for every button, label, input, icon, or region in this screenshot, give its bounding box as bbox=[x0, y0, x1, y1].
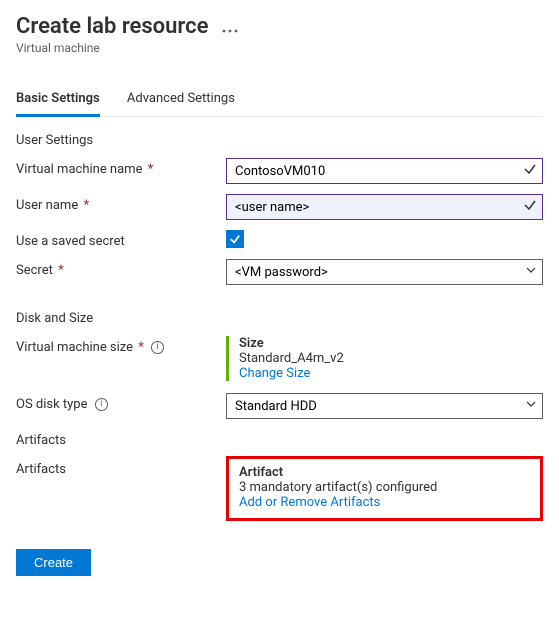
section-user-settings: User Settings bbox=[16, 133, 543, 148]
label-vm-name: Virtual machine name bbox=[16, 162, 142, 177]
vm-size-value: Standard_A4m_v2 bbox=[239, 351, 543, 366]
label-secret: Secret bbox=[16, 263, 53, 278]
label-vm-size: Virtual machine size bbox=[16, 340, 133, 355]
artifact-heading: Artifact bbox=[239, 465, 532, 480]
label-saved-secret: Use a saved secret bbox=[16, 234, 125, 249]
label-os-disk: OS disk type bbox=[16, 397, 88, 412]
section-artifacts: Artifacts bbox=[16, 433, 543, 448]
required-indicator: * bbox=[80, 198, 89, 213]
required-indicator: * bbox=[135, 340, 144, 355]
add-remove-artifacts-link[interactable]: Add or Remove Artifacts bbox=[239, 495, 532, 510]
required-indicator: * bbox=[55, 263, 64, 278]
tab-basic-settings[interactable]: Basic Settings bbox=[16, 83, 100, 117]
label-user-name: User name bbox=[16, 198, 78, 213]
create-button[interactable]: Create bbox=[16, 549, 91, 576]
required-indicator: * bbox=[144, 162, 153, 177]
more-icon[interactable] bbox=[222, 22, 238, 37]
artifact-highlight-box: Artifact 3 mandatory artifact(s) configu… bbox=[226, 456, 543, 521]
change-size-link[interactable]: Change Size bbox=[239, 366, 543, 381]
vm-name-input[interactable] bbox=[226, 158, 543, 184]
os-disk-select[interactable] bbox=[226, 393, 543, 419]
info-icon[interactable]: i bbox=[151, 341, 164, 354]
saved-secret-checkbox[interactable] bbox=[226, 230, 244, 248]
page-title: Create lab resource bbox=[16, 14, 208, 39]
secret-select[interactable] bbox=[226, 259, 543, 285]
vm-size-heading: Size bbox=[239, 336, 543, 351]
label-artifacts: Artifacts bbox=[16, 462, 66, 477]
section-disk-size: Disk and Size bbox=[16, 311, 543, 326]
tab-bar: Basic Settings Advanced Settings bbox=[16, 83, 543, 117]
artifact-status: 3 mandatory artifact(s) configured bbox=[239, 480, 532, 495]
tab-advanced-settings[interactable]: Advanced Settings bbox=[127, 83, 235, 114]
page-subtitle: Virtual machine bbox=[16, 41, 543, 55]
user-name-input[interactable] bbox=[226, 194, 543, 220]
info-icon[interactable]: i bbox=[95, 398, 108, 411]
